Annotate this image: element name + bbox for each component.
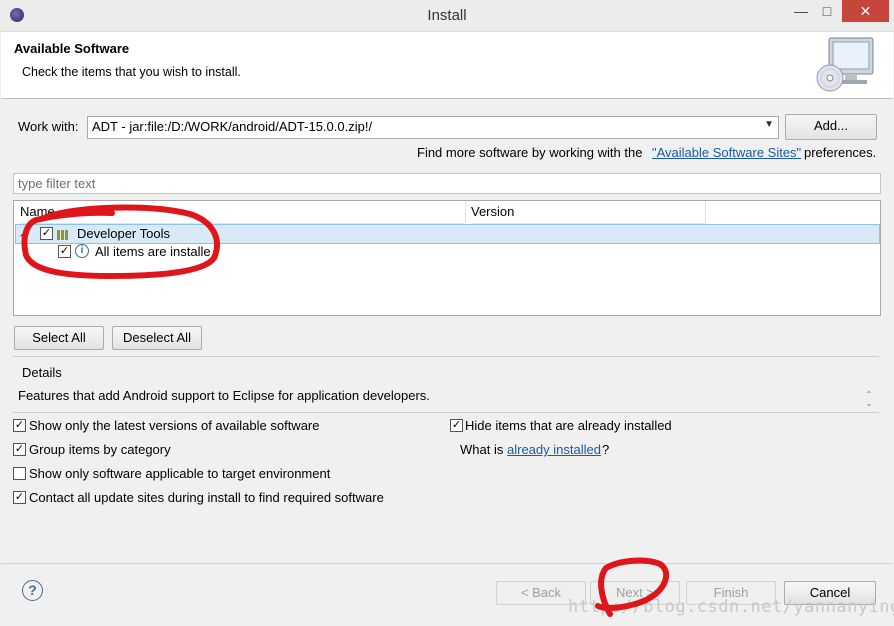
select-all-button[interactable]: Select All [14, 326, 104, 350]
maximize-button[interactable]: □ [814, 0, 840, 22]
software-tree[interactable]: Name Version ◢ ✓ Developer Tools ✓ i All… [13, 200, 881, 316]
wizard-header: Available Software Check the items that … [1, 32, 893, 99]
details-scroll-indicator[interactable]: ⌃ ⌄ [864, 390, 874, 414]
minimize-button[interactable]: — [788, 0, 814, 22]
work-with-combo[interactable]: ADT - jar:file:/D:/WORK/android/ADT-15.0… [87, 116, 779, 139]
details-text: Features that add Android support to Ecl… [18, 388, 430, 403]
column-divider [465, 201, 466, 223]
work-with-label: Work with: [18, 119, 79, 134]
expand-arrow-icon[interactable]: ◢ [20, 227, 27, 238]
page-title: Available Software [14, 41, 130, 56]
help-icon[interactable]: ? [22, 580, 43, 601]
add-button[interactable]: Add... [785, 114, 877, 140]
footer-separator [1, 563, 893, 564]
tree-row[interactable]: ✓ i All items are installe [15, 243, 878, 261]
details-label: Details [22, 365, 62, 380]
filter-input[interactable]: type filter text [13, 173, 881, 194]
available-software-sites-link[interactable]: "Available Software Sites" [652, 145, 801, 160]
option-label[interactable]: Contact all update sites during install … [29, 490, 384, 505]
already-installed-link[interactable]: already installed [507, 442, 601, 457]
hide-installed-label[interactable]: Hide items that are already installed [465, 418, 672, 433]
deselect-all-button[interactable]: Deselect All [112, 326, 202, 350]
find-more-suffix: preferences. [804, 145, 877, 160]
developer-tools-checkbox[interactable]: ✓ [40, 227, 53, 240]
what-is-suffix: ? [602, 442, 610, 457]
option-checkbox[interactable]: ✓ [13, 419, 26, 432]
tree-row[interactable]: ◢ ✓ Developer Tools [15, 224, 880, 244]
separator [13, 356, 879, 357]
option-label[interactable]: Group items by category [29, 442, 171, 457]
column-header-version[interactable]: Version [471, 201, 706, 224]
info-icon: i [75, 244, 89, 258]
filter-placeholder: type filter text [18, 176, 96, 191]
install-software-icon [816, 37, 874, 92]
work-with-value: ADT - jar:file:/D:/WORK/android/ADT-15.0… [92, 119, 373, 134]
what-is-prefix: What is [460, 442, 504, 457]
watermark: http://blog.csdn.net/yannanying [568, 597, 894, 617]
option-checkbox[interactable]: ✓ [13, 491, 26, 504]
category-icon [57, 228, 71, 240]
find-more-prefix: Find more software by working with the [417, 145, 643, 160]
page-description: Check the items that you wish to install… [22, 65, 241, 79]
column-header-name[interactable]: Name [20, 201, 464, 224]
tree-row-label: All items are installe [95, 244, 211, 259]
close-button[interactable]: ✕ [842, 0, 889, 22]
tree-row-label: Developer Tools [77, 226, 170, 241]
window-title: Install [427, 7, 467, 24]
column-divider [705, 201, 706, 223]
all-items-checkbox[interactable]: ✓ [58, 245, 71, 258]
hide-installed-checkbox[interactable]: ✓ [450, 419, 463, 432]
separator [13, 412, 879, 413]
chevron-down-icon[interactable]: ▼ [764, 119, 774, 130]
option-checkbox[interactable]: ✓ [13, 443, 26, 456]
option-label[interactable]: Show only software applicable to target … [29, 466, 330, 481]
title-bar: Install — □ ✕ [0, 0, 894, 32]
option-label[interactable]: Show only the latest versions of availab… [29, 418, 320, 433]
option-checkbox[interactable] [13, 467, 26, 480]
